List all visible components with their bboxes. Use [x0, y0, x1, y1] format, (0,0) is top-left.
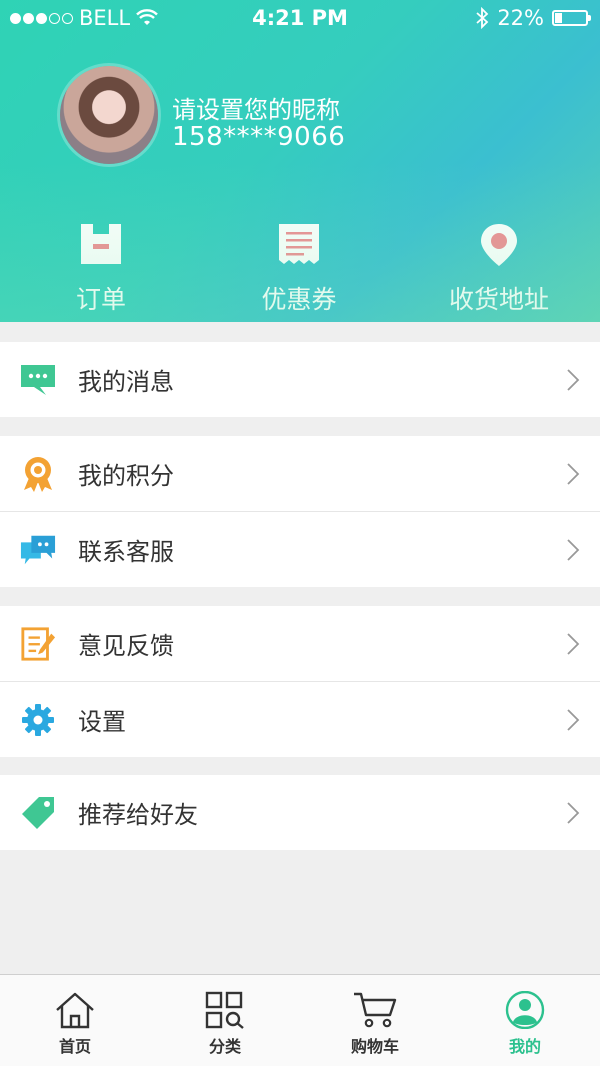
tag-icon [22, 796, 54, 829]
tab-home[interactable]: 首页 [0, 975, 150, 1066]
home-icon [56, 992, 94, 1029]
menu-item-feedback[interactable]: 意见反馈 [0, 606, 600, 681]
phone-number: 158****9066 [172, 122, 346, 152]
chevron-right-icon [567, 462, 580, 485]
tab-cart[interactable]: 购物车 [300, 975, 450, 1066]
menu-item-label: 设置 [78, 708, 126, 736]
avatar[interactable] [60, 66, 158, 164]
coupon-icon [279, 224, 319, 264]
chevron-right-icon [567, 632, 580, 655]
quick-link-coupons[interactable]: 优惠券 [219, 222, 379, 316]
menu-item-customer-service[interactable]: 联系客服 [0, 511, 600, 587]
quick-link-label: 优惠券 [261, 285, 337, 314]
message-icon [21, 364, 55, 395]
menu-group: 推荐给好友 [0, 775, 600, 850]
nickname-label[interactable]: 请设置您的昵称 [172, 90, 340, 125]
tab-label: 我的 [508, 1037, 541, 1056]
location-pin-icon [481, 224, 517, 266]
menu-group: 我的消息 [0, 342, 600, 417]
category-icon [205, 991, 244, 1029]
feedback-clipboard-icon [21, 626, 56, 661]
tab-profile[interactable]: 我的 [450, 975, 600, 1066]
cart-icon [354, 992, 397, 1028]
battery-percent: 22% [497, 6, 544, 30]
menu-group: 意见反馈 设置 [0, 606, 600, 757]
profile-header: BELL 4:21 PM 22% 请设置您的昵称 158****9066 订单 [0, 0, 600, 322]
chevron-right-icon [567, 368, 580, 391]
chevron-right-icon [567, 538, 580, 561]
bluetooth-icon [476, 7, 489, 29]
battery-icon [552, 10, 591, 26]
menu-item-settings[interactable]: 设置 [0, 681, 600, 757]
profile-icon [505, 991, 545, 1029]
quick-link-label: 收货地址 [448, 285, 549, 314]
menu-item-messages[interactable]: 我的消息 [0, 342, 600, 417]
menu-group: 我的积分 联系客服 [0, 436, 600, 587]
quick-link-label: 订单 [75, 285, 126, 314]
menu-item-label: 我的积分 [78, 462, 174, 490]
medal-icon [24, 456, 52, 492]
tab-label: 分类 [208, 1037, 241, 1056]
tab-category[interactable]: 分类 [150, 975, 300, 1066]
bottom-tab-bar: 首页 分类 购物车 我的 [0, 974, 600, 1066]
tab-label: 购物车 [350, 1037, 399, 1056]
chat-bubbles-icon [20, 535, 56, 564]
chevron-right-icon [567, 708, 580, 731]
status-bar: BELL 4:21 PM 22% [0, 0, 600, 36]
chevron-right-icon [567, 801, 580, 824]
tab-label: 首页 [58, 1037, 91, 1056]
menu-item-recommend[interactable]: 推荐给好友 [0, 775, 600, 850]
menu-item-label: 我的消息 [78, 368, 174, 396]
order-icon [81, 224, 121, 264]
menu-item-label: 意见反馈 [78, 632, 174, 660]
menu-item-points[interactable]: 我的积分 [0, 436, 600, 511]
menu-item-label: 推荐给好友 [78, 801, 198, 829]
gear-icon [22, 703, 54, 736]
quick-link-address[interactable]: 收货地址 [419, 222, 579, 316]
menu-item-label: 联系客服 [78, 538, 174, 566]
quick-link-orders[interactable]: 订单 [21, 222, 181, 316]
